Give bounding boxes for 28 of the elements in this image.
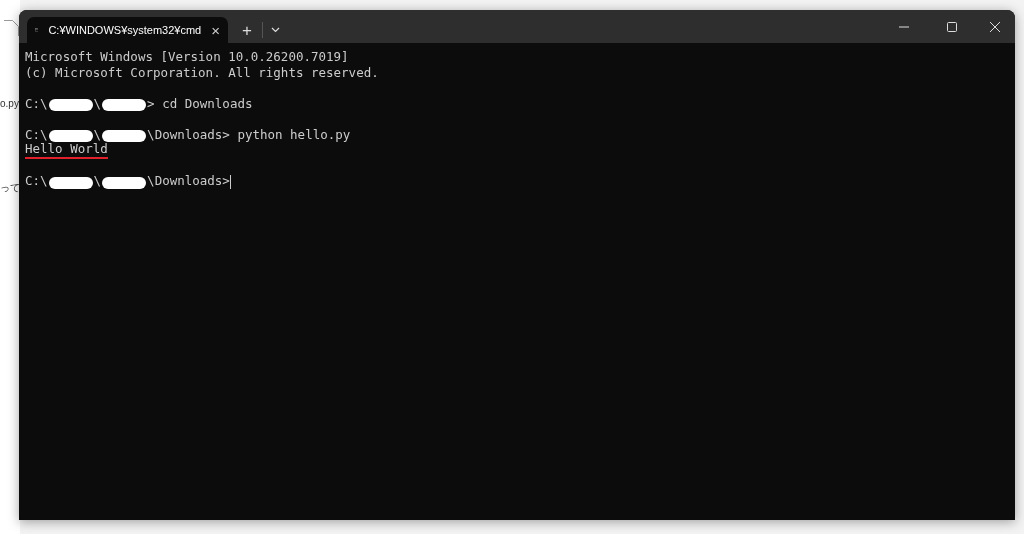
maximize-icon[interactable] (947, 21, 957, 32)
console-text: \Downloads> python hello.py (147, 126, 351, 142)
background-text: って (0, 181, 20, 195)
tab-title: C:¥WINDOWS¥system32¥cmd (48, 22, 202, 38)
redaction-mark (48, 130, 93, 142)
console-text: \Downloads> (147, 173, 230, 189)
console-text: C:\ (25, 95, 48, 111)
chevron-down-icon[interactable] (271, 27, 280, 33)
close-tab-button[interactable]: × (211, 22, 220, 38)
console-text: > cd Downloads (147, 95, 253, 111)
underlined-output: Hello World (25, 141, 108, 159)
console-text: Microsoft Windows [Version 10.0.26200.7019] (25, 49, 349, 65)
redaction-mark (48, 99, 93, 111)
new-tab-button[interactable]: + (232, 17, 262, 43)
console-text: (c) Microsoft Corporation. All rights reserved. (25, 64, 379, 80)
tab[interactable]: C:¥WINDOWS¥system32¥cmd × (27, 17, 228, 43)
console-text: \ (93, 95, 102, 111)
close-icon[interactable] (990, 21, 1000, 32)
background-text: o.py (0, 97, 19, 111)
console-text: C:\ (25, 173, 48, 189)
redaction-mark (102, 99, 147, 111)
file-icon (4, 20, 19, 36)
console-text: C:\ (25, 126, 48, 142)
console-text: \ (93, 126, 102, 142)
redaction-mark (48, 176, 93, 189)
redaction-mark (102, 176, 147, 189)
console-text: \ (93, 173, 102, 189)
redaction-mark (102, 130, 147, 142)
